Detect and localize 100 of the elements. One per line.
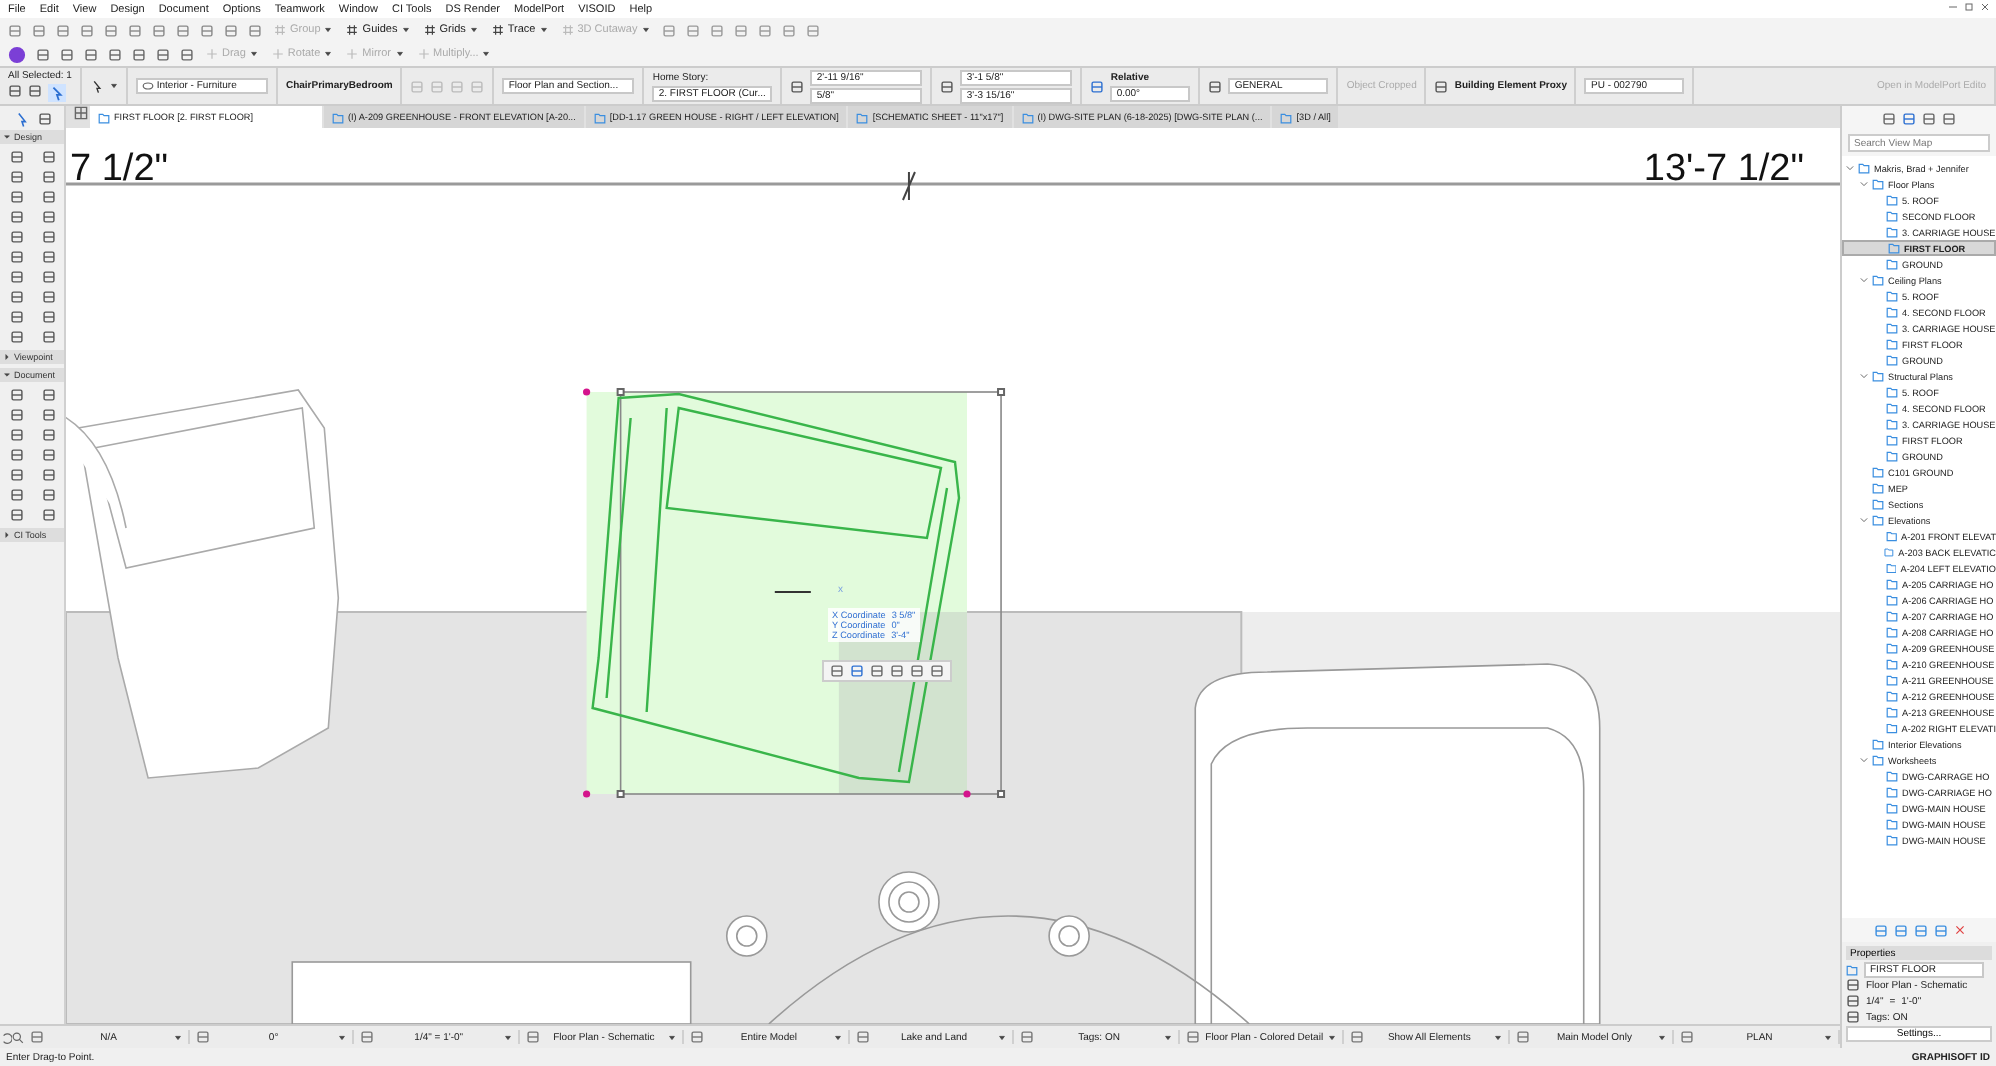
palette-icon[interactable]	[850, 664, 864, 678]
tool-icon[interactable]	[41, 270, 55, 284]
status-icon[interactable]	[30, 1030, 44, 1044]
tool-icon[interactable]	[41, 488, 55, 502]
tool-icon[interactable]	[41, 408, 55, 422]
restore-icon[interactable]	[1964, 2, 1974, 12]
tool-icon[interactable]	[41, 388, 55, 402]
toolbar-icon[interactable]	[176, 23, 190, 37]
palette-icon[interactable]	[830, 664, 844, 678]
chevron-down-icon[interactable]	[1860, 276, 1868, 284]
tool-icon[interactable]	[9, 190, 23, 204]
status-icon[interactable]	[1020, 1030, 1035, 1044]
navigator-icon[interactable]	[1933, 923, 1947, 937]
toolbar-icon[interactable]	[84, 47, 98, 61]
status-icon[interactable]	[525, 1030, 540, 1044]
toolbar-icon[interactable]	[152, 23, 166, 37]
toolbar-icon[interactable]	[709, 23, 724, 37]
tool-icon[interactable]	[41, 468, 55, 482]
tool-icon[interactable]	[41, 190, 55, 204]
navigator-icon[interactable]	[1913, 923, 1927, 937]
tool-icon[interactable]	[9, 508, 23, 522]
navigator-icon[interactable]	[1882, 111, 1896, 125]
chevron-down-icon[interactable]	[1860, 372, 1868, 380]
status-icon[interactable]	[195, 1030, 210, 1044]
toolbar-icon[interactable]	[36, 47, 50, 61]
status-icon[interactable]	[690, 1030, 705, 1044]
tool-icon[interactable]	[9, 330, 23, 344]
chevron-down-icon[interactable]	[1860, 516, 1868, 524]
navigator-icon[interactable]	[1873, 923, 1887, 937]
tool-icon[interactable]	[9, 230, 23, 244]
toolbar-icon[interactable]	[156, 47, 170, 61]
undo-icon[interactable]	[0, 1031, 12, 1043]
tool-icon[interactable]	[9, 388, 23, 402]
navigator-icon[interactable]	[1942, 111, 1956, 125]
status-icon[interactable]	[1350, 1030, 1365, 1044]
toolbar-icon[interactable]	[80, 23, 94, 37]
avatar-icon[interactable]	[8, 45, 26, 63]
tool-icon[interactable]	[41, 290, 55, 304]
palette-icon[interactable]	[890, 664, 904, 678]
tool-icon[interactable]	[9, 408, 23, 422]
tool-icon[interactable]	[9, 448, 23, 462]
tool-icon[interactable]	[41, 508, 55, 522]
tool-icon[interactable]	[9, 428, 23, 442]
close-icon[interactable]	[1953, 924, 1965, 936]
tool-icon[interactable]	[9, 270, 23, 284]
toolbar-icon[interactable]	[180, 47, 194, 61]
palette-icon[interactable]	[910, 664, 924, 678]
tool-icon[interactable]	[41, 448, 55, 462]
toolbar-icon[interactable]	[781, 23, 796, 37]
pointer-icon[interactable]	[48, 84, 66, 102]
grid-icon[interactable]	[74, 106, 88, 120]
status-icon[interactable]	[360, 1030, 375, 1044]
navigator-icon[interactable]	[1902, 111, 1916, 125]
chevron-down-icon[interactable]	[1846, 164, 1854, 172]
zoom-icon[interactable]	[12, 1031, 24, 1043]
tool-icon[interactable]	[41, 250, 55, 264]
caret-icon	[401, 26, 410, 34]
tool-icon[interactable]	[41, 330, 55, 344]
toolbar-icon[interactable]	[685, 23, 700, 37]
toolbar-icon[interactable]	[104, 23, 118, 37]
tool-icon[interactable]	[41, 230, 55, 244]
tool-icon[interactable]	[41, 310, 55, 324]
toolbar-icon[interactable]	[132, 47, 146, 61]
tool-icon[interactable]	[9, 170, 23, 184]
palette-icon[interactable]	[870, 664, 884, 678]
tool-icon[interactable]	[9, 468, 23, 482]
toolbar-icon[interactable]	[8, 23, 22, 37]
chevron-down-icon[interactable]	[1860, 756, 1868, 764]
toolbar-icon[interactable]	[60, 47, 74, 61]
tool-icon[interactable]	[9, 290, 23, 304]
tool-icon[interactable]	[41, 170, 55, 184]
tool-icon[interactable]	[9, 150, 23, 164]
tool-icon[interactable]	[41, 150, 55, 164]
toolbar-icon[interactable]	[661, 23, 676, 37]
tool-icon[interactable]	[9, 488, 23, 502]
navigator-icon[interactable]	[1893, 923, 1907, 937]
tool-icon[interactable]	[9, 210, 23, 224]
palette-icon[interactable]	[930, 664, 944, 678]
toolbar-icon[interactable]	[200, 23, 214, 37]
close-icon[interactable]	[1980, 2, 1990, 12]
toolbar-icon[interactable]	[224, 23, 238, 37]
tool-icon[interactable]	[9, 250, 23, 264]
toolbar-icon[interactable]	[733, 23, 748, 37]
chevron-down-icon[interactable]	[1860, 180, 1868, 188]
navigator-icon[interactable]	[1922, 111, 1936, 125]
status-icon[interactable]	[1515, 1030, 1530, 1044]
toolbar-icon[interactable]	[128, 23, 142, 37]
tool-icon[interactable]	[41, 428, 55, 442]
toolbar-icon[interactable]	[32, 23, 46, 37]
toolbar-icon[interactable]	[757, 23, 772, 37]
toolbar-icon[interactable]	[56, 23, 70, 37]
tool-icon[interactable]	[41, 210, 55, 224]
toolbar-icon[interactable]	[805, 23, 820, 37]
tool-icon[interactable]	[9, 310, 23, 324]
status-icon[interactable]	[1185, 1030, 1200, 1044]
toolbar-icon[interactable]	[248, 23, 262, 37]
toolbar-icon[interactable]	[108, 47, 122, 61]
status-icon[interactable]	[1680, 1030, 1695, 1044]
caret-icon	[641, 26, 650, 34]
status-icon[interactable]	[855, 1030, 870, 1044]
